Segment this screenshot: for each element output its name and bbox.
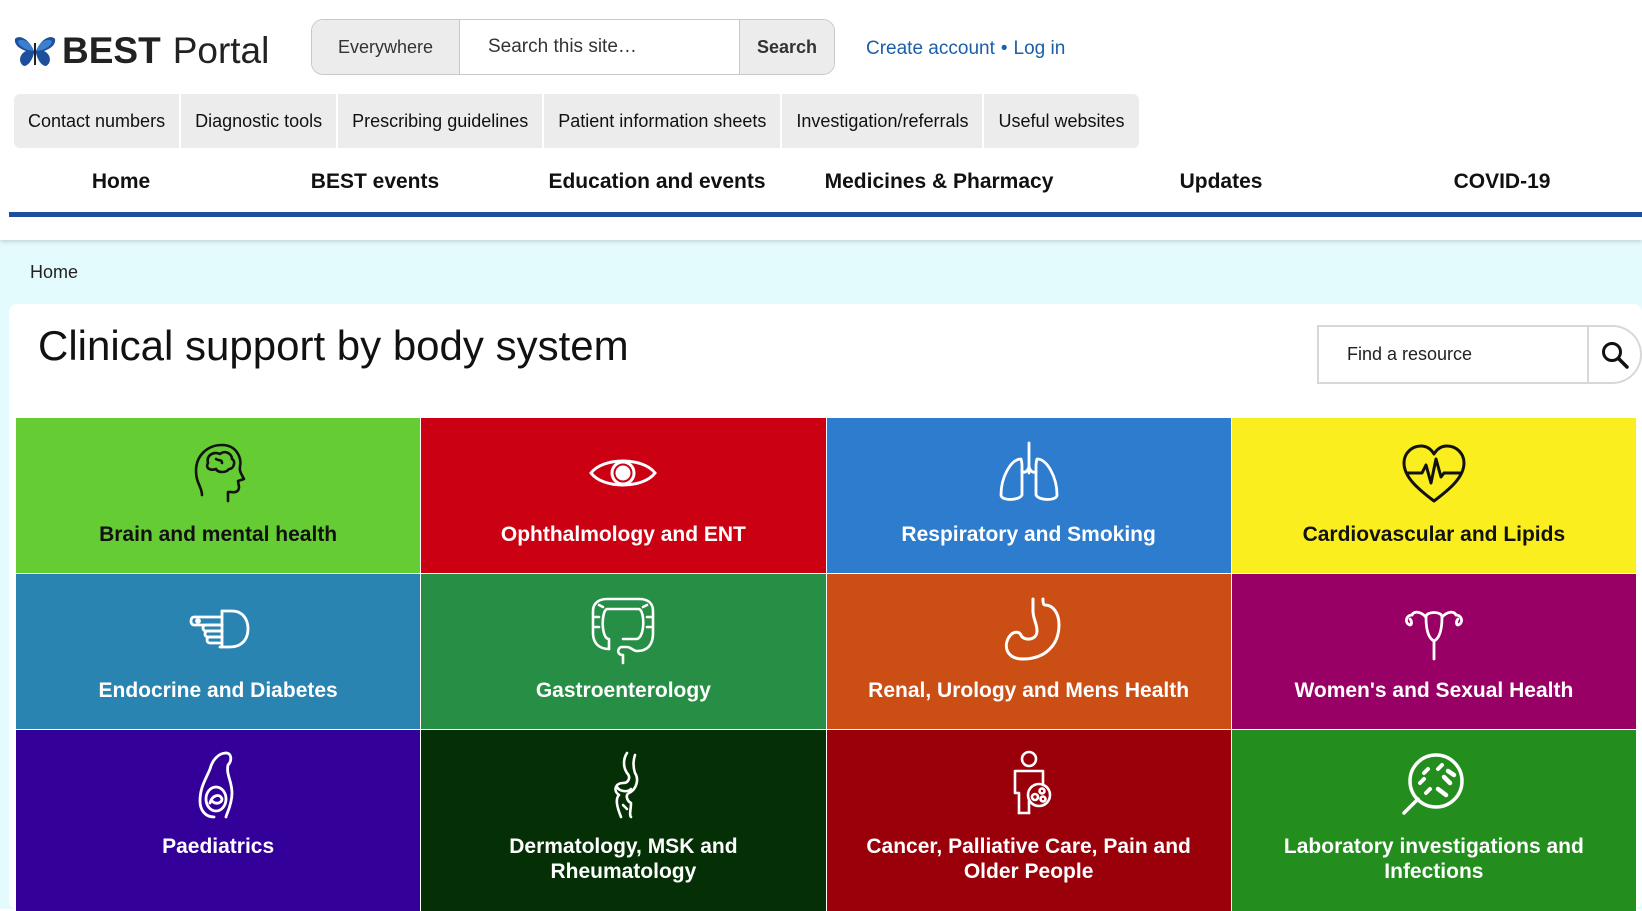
tile-laboratory-infections[interactable]: Laboratory investigations and Infections	[1231, 730, 1636, 911]
site-logo[interactable]: BEST Portal	[14, 26, 269, 76]
search-scope-select[interactable]: Everywhere	[312, 20, 460, 74]
tile-label: Cancer, Palliative Care, Pain and Older …	[866, 835, 1191, 883]
nav-divider	[9, 212, 1642, 217]
quick-link-useful-websites[interactable]: Useful websites	[984, 94, 1138, 148]
main-nav: Home BEST events Education and events Me…	[0, 164, 1642, 214]
tile-label: Cardiovascular and Lipids	[1302, 523, 1566, 546]
tile-label: Ophthalmology and ENT	[500, 523, 746, 546]
logo-text: Portal	[172, 30, 270, 71]
brain-head-icon	[181, 436, 255, 510]
butterfly-icon	[14, 37, 56, 66]
tile-respiratory-smoking[interactable]: Respiratory and Smoking	[826, 418, 1231, 573]
tile-label: Renal, Urology and Mens Health	[868, 679, 1190, 702]
tile-ophthalmology-ent[interactable]: Ophthalmology and ENT	[421, 418, 826, 573]
tile-label: Endocrine and Diabetes	[98, 679, 338, 702]
tile-dermatology-msk-rheumatology[interactable]: Dermatology, MSK and Rheumatology	[421, 730, 826, 911]
nav-item-medicines-pharmacy[interactable]: Medicines & Pharmacy	[825, 170, 1054, 194]
find-resource-button[interactable]	[1589, 325, 1642, 384]
nav-item-education-and-events[interactable]: Education and events	[548, 170, 765, 194]
tile-label: Respiratory and Smoking	[901, 523, 1156, 546]
tile-endocrine-diabetes[interactable]: Endocrine and Diabetes	[16, 574, 421, 729]
tile-label: Gastroenterology	[535, 679, 711, 702]
eye-icon	[586, 436, 660, 510]
stomach-icon	[992, 592, 1066, 666]
nav-item-covid-19[interactable]: COVID-19	[1454, 170, 1551, 194]
person-tumor-icon	[992, 748, 1066, 822]
breadcrumb[interactable]: Home	[30, 262, 78, 283]
nav-item-home[interactable]: Home	[92, 170, 150, 194]
quick-link-patient-information-sheets[interactable]: Patient information sheets	[544, 94, 783, 148]
quick-link-diagnostic-tools[interactable]: Diagnostic tools	[181, 94, 339, 148]
knee-joint-icon	[586, 748, 660, 822]
resource-search	[1317, 325, 1642, 384]
tile-gastroenterology[interactable]: Gastroenterology	[421, 574, 826, 729]
lungs-icon	[992, 436, 1066, 510]
nav-item-updates[interactable]: Updates	[1180, 170, 1263, 194]
finger-prick-icon	[181, 592, 255, 666]
tile-renal-urology-mens-health[interactable]: Renal, Urology and Mens Health	[826, 574, 1231, 729]
tile-cancer-palliative-pain-older[interactable]: Cancer, Palliative Care, Pain and Older …	[826, 730, 1231, 911]
account-links: Create account • Log in	[866, 38, 1065, 60]
find-resource-input[interactable]	[1317, 325, 1589, 384]
site-header: BEST Portal Everywhere Search Create acc…	[0, 0, 1642, 240]
account-separator: •	[1000, 38, 1008, 59]
tile-label: Brain and mental health	[99, 523, 338, 546]
site-search: Everywhere Search	[311, 19, 835, 75]
tile-label: Dermatology, MSK and Rheumatology	[509, 835, 738, 883]
tile-label: Laboratory investigations and Infections	[1283, 835, 1584, 883]
logo-text-bold: BEST	[62, 30, 161, 71]
quick-link-investigation-referrals[interactable]: Investigation/referrals	[782, 94, 985, 148]
tile-paediatrics[interactable]: Paediatrics	[16, 730, 421, 911]
tile-cardiovascular-lipids[interactable]: Cardiovascular and Lipids	[1231, 418, 1636, 573]
quick-link-contact-numbers[interactable]: Contact numbers	[14, 94, 182, 148]
search-icon	[1601, 341, 1629, 369]
intestine-icon	[586, 592, 660, 666]
nav-item-best-events[interactable]: BEST events	[311, 170, 439, 194]
tile-label: Women's and Sexual Health	[1294, 679, 1574, 702]
site-search-input[interactable]	[460, 20, 739, 74]
pregnancy-icon	[181, 748, 255, 822]
tile-brain-mental-health[interactable]: Brain and mental health	[16, 418, 421, 573]
tile-womens-sexual-health[interactable]: Women's and Sexual Health	[1231, 574, 1636, 729]
tile-label: Paediatrics	[162, 835, 275, 858]
uterus-icon	[1397, 592, 1471, 666]
bacteria-magnifier-icon	[1397, 748, 1471, 822]
log-in-link[interactable]: Log in	[1014, 38, 1066, 59]
page-title: Clinical support by body system	[38, 322, 629, 369]
site-search-button[interactable]: Search	[739, 20, 834, 74]
create-account-link[interactable]: Create account	[866, 38, 995, 59]
quick-link-prescribing-guidelines[interactable]: Prescribing guidelines	[338, 94, 545, 148]
quick-links-bar: Contact numbers Diagnostic tools Prescri…	[14, 94, 1139, 148]
body-system-grid: Brain and mental health Ophthalmology an…	[16, 418, 1636, 911]
heart-pulse-icon	[1397, 436, 1471, 510]
